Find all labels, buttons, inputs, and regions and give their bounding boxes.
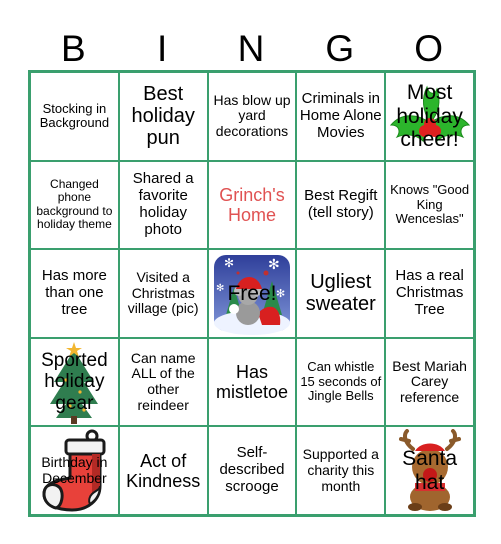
bingo-cell[interactable]: Can whistle 15 seconds of Jingle Bells [296, 337, 386, 427]
cell-text: Has mistletoe [215, 361, 288, 403]
header-letter-n: N [237, 28, 265, 69]
cell-text: Stocking in Background [39, 100, 110, 131]
bingo-header: B I N G O [29, 28, 473, 70]
bingo-grid: Stocking in Background Best holiday pun … [28, 70, 476, 517]
bingo-cell[interactable]: Has a real Christmas Tree [385, 249, 474, 338]
bingo-cell[interactable]: Most holiday cheer! [385, 72, 474, 161]
bingo-cell[interactable]: Can name ALL of the other reindeer [118, 337, 208, 427]
bingo-cell[interactable]: Shared a favorite holiday photo [118, 160, 208, 250]
free-space[interactable]: ✻ ✻ ✻ ✻ Free! [207, 249, 297, 338]
cell-text: Visited a Christmas village (pic) [127, 268, 199, 317]
cell-text: Shared a favorite holiday photo [132, 170, 194, 238]
cell-text: Supported a charity this month [302, 446, 379, 494]
cell-text: Santa hat [402, 447, 458, 494]
bingo-cell[interactable]: Has mistletoe [207, 337, 297, 427]
bingo-cell[interactable]: Has blow up yard decorations [207, 72, 297, 161]
svg-text:✻: ✻ [224, 256, 234, 270]
cell-text: Changed phone background to holiday them… [36, 177, 113, 232]
header-letter-o: O [414, 28, 443, 69]
cell-text: Most holiday cheer! [396, 81, 463, 152]
header-letter-g: G [325, 28, 355, 69]
header-letter-i: I [157, 28, 168, 69]
bingo-cell[interactable]: Birthday in December [30, 426, 119, 515]
cell-text: Self-described scrooge [219, 444, 285, 496]
cell-text: Grinch's Home [219, 184, 285, 225]
cell-text: Can whistle 15 seconds of Jingle Bells [300, 359, 382, 404]
bingo-cell[interactable]: Best holiday pun [118, 72, 208, 161]
bingo-cell[interactable]: Has more than one tree [30, 249, 119, 338]
bingo-cell[interactable]: Criminals in Home Alone Movies [296, 72, 386, 161]
bingo-cell[interactable]: Supported a charity this month [296, 426, 386, 515]
cell-text: Has more than one tree [41, 267, 107, 318]
header-letter-b: B [61, 28, 86, 69]
cell-text: Best Mariah Carey reference [392, 357, 467, 405]
cell-text: Birthday in December [41, 454, 108, 486]
cell-text: Ugliest sweater [305, 271, 376, 316]
cell-text: Has a real Christmas Tree [395, 267, 464, 318]
cell-text: Knows "Good King Wenceslas" [390, 182, 470, 227]
bingo-cell[interactable]: Sported holiday gear [30, 337, 119, 427]
bingo-cell[interactable]: Act of Kindness [118, 426, 208, 515]
bingo-cell[interactable]: Visited a Christmas village (pic) [118, 249, 208, 338]
svg-text:✻: ✻ [268, 256, 280, 272]
bingo-cell[interactable]: Stocking in Background [30, 72, 119, 161]
cell-text: Act of Kindness [126, 450, 201, 491]
cell-text: Sported holiday gear [41, 350, 108, 414]
cell-text: Criminals in Home Alone Movies [299, 90, 382, 141]
bingo-cell[interactable]: Best Mariah Carey reference [385, 337, 474, 427]
bingo-cell[interactable]: Best Regift (tell story) [296, 160, 386, 250]
bingo-cell[interactable]: Changed phone background to holiday them… [30, 160, 119, 250]
bingo-cell[interactable]: Grinch's Home [207, 160, 297, 250]
cell-text: Free! [227, 281, 277, 305]
cell-text: Can name ALL of the other reindeer [130, 349, 196, 413]
bingo-cell[interactable]: Self-described scrooge [207, 426, 297, 515]
bingo-cell[interactable]: Santa hat [385, 426, 474, 515]
cell-text: Has blow up yard decorations [213, 91, 291, 140]
bingo-cell[interactable]: Ugliest sweater [296, 249, 386, 338]
cell-text: Best Regift (tell story) [304, 187, 378, 221]
svg-text:✻: ✻ [216, 283, 224, 294]
bingo-cell[interactable]: Knows "Good King Wenceslas" [385, 160, 474, 250]
cell-text: Best holiday pun [131, 82, 195, 150]
